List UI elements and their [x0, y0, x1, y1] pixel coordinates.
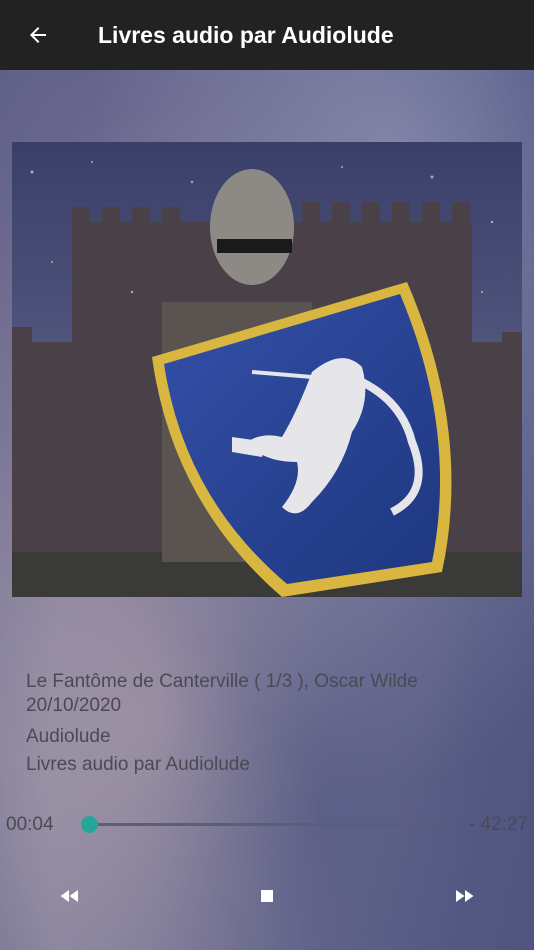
fast-forward-icon: [456, 890, 474, 902]
app-bar: Livres audio par Audiolude: [0, 0, 534, 70]
remaining-time: - 42:27: [468, 814, 528, 835]
episode-title: Le Fantôme de Canterville ( 1/3 ), Oscar…: [26, 671, 418, 692]
seek-thumb[interactable]: [81, 816, 98, 833]
back-button[interactable]: [2, 0, 74, 70]
episode-date: 20/10/2020: [26, 695, 122, 716]
page-title: Livres audio par Audiolude: [98, 21, 394, 48]
fast-forward-button[interactable]: [446, 878, 482, 914]
episode-cover-image: [12, 142, 522, 597]
seek-bar[interactable]: [90, 823, 433, 826]
rewind-button[interactable]: [52, 878, 88, 914]
episode-author: Audiolude: [26, 726, 111, 747]
elapsed-time: 00:04: [6, 814, 54, 835]
arrow-left-icon: [30, 27, 46, 43]
stop-icon: [261, 890, 273, 902]
episode-info: Le Fantôme de Canterville ( 1/3 ), Oscar…: [26, 672, 418, 786]
podcast-name: Livres audio par Audiolude: [26, 754, 250, 775]
rewind-icon: [60, 890, 78, 902]
stop-button[interactable]: [249, 878, 285, 914]
